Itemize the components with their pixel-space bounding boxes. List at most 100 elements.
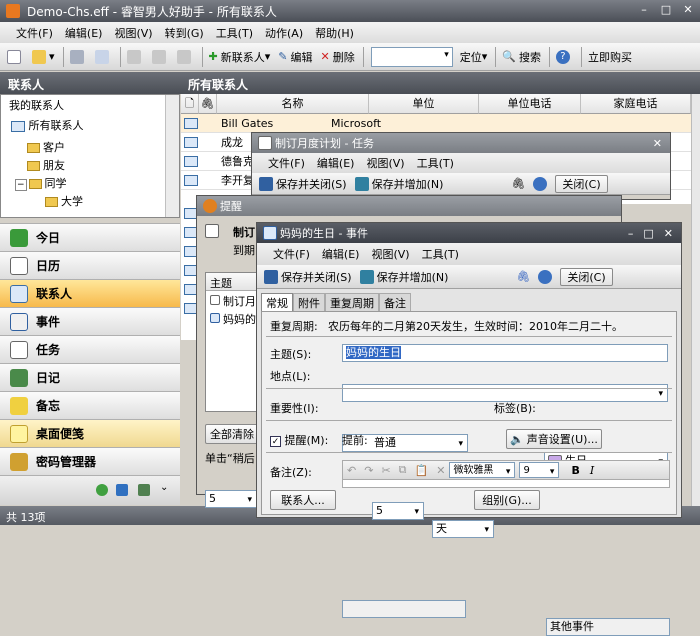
maximize-icon[interactable]: □	[643, 227, 653, 240]
event-save-add-button[interactable]: 保存并增加(N)	[357, 266, 452, 288]
menu-goto[interactable]: 转到(G)	[159, 25, 210, 41]
nav-today[interactable]: 今日	[0, 223, 180, 251]
subject-input[interactable]: 妈妈的生日	[342, 344, 668, 362]
tab-recurrence[interactable]: 重复周期	[325, 293, 379, 311]
task-close-icon[interactable]: ✕	[653, 137, 662, 150]
group-button[interactable]: 组别(G)...	[474, 490, 540, 510]
event-menu-view[interactable]: 视图(V)	[365, 246, 415, 262]
tree-folder-classmates[interactable]: − 同学	[15, 175, 67, 193]
event-menu-file[interactable]: 文件(F)	[267, 246, 316, 262]
event-close-button[interactable]: 关闭(C)	[560, 267, 613, 286]
copy-icon[interactable]: ⧉	[395, 463, 411, 477]
nav-memo[interactable]: 备忘	[0, 391, 180, 419]
tree-folder-university[interactable]: 大学	[45, 193, 83, 211]
clear-format-icon[interactable]: ✕	[432, 464, 449, 477]
tab-attachments[interactable]: 附件	[293, 293, 325, 311]
event-attach-button[interactable]: 🖇	[513, 266, 533, 288]
open-button[interactable]: ▾	[29, 46, 58, 68]
undo-icon[interactable]: ↶	[343, 464, 360, 477]
new-contact-button[interactable]: ✚ 新联系人 ▾	[206, 46, 274, 68]
menu-action[interactable]: 动作(A)	[259, 25, 309, 41]
font-size-select[interactable]: 9	[519, 462, 560, 480]
nav-calendar[interactable]: 日历	[0, 251, 180, 279]
tree-scrollbar[interactable]	[165, 95, 179, 217]
nav-diary[interactable]: 日记	[0, 363, 180, 391]
search-icon[interactable]	[116, 484, 128, 496]
nav-password-manager[interactable]: 密码管理器	[0, 447, 180, 475]
minimize-button[interactable]: –	[636, 3, 652, 17]
tree-folder-customers[interactable]: 客户	[27, 139, 65, 157]
menu-help[interactable]: 帮助(H)	[309, 25, 360, 41]
task-menu-edit[interactable]: 编辑(E)	[311, 155, 361, 171]
clear-all-button[interactable]: 全部清除	[205, 424, 259, 444]
buy-button[interactable]: 立即购买	[585, 46, 635, 68]
task-close-button[interactable]: 关闭(C)	[555, 174, 608, 193]
col-type-icon[interactable]: 🗋	[181, 94, 199, 114]
paste-button[interactable]	[174, 46, 197, 68]
menu-tools[interactable]: 工具(T)	[210, 25, 259, 41]
col-org[interactable]: 单位	[369, 94, 479, 114]
group-field[interactable]: 其他事件	[546, 618, 670, 636]
col-work-phone[interactable]: 单位电话	[479, 94, 581, 114]
nav-contacts[interactable]: 联系人	[0, 279, 180, 307]
event-menu-edit[interactable]: 编辑(E)	[316, 246, 366, 262]
ahead-select[interactable]: 5	[372, 502, 424, 520]
cut-button[interactable]	[124, 46, 147, 68]
print-button[interactable]	[67, 46, 90, 68]
paste-icon[interactable]: 📋	[411, 464, 433, 477]
tree-my-contacts[interactable]: 我的联系人	[9, 97, 64, 115]
col-home-phone[interactable]: 家庭电话	[581, 94, 691, 114]
tools-icon[interactable]	[138, 484, 150, 496]
bold-button[interactable]: B	[565, 464, 585, 477]
globe-icon[interactable]	[96, 484, 108, 496]
unit-select[interactable]: 天	[432, 520, 494, 538]
redo-icon[interactable]: ↷	[360, 464, 377, 477]
event-menu-tools[interactable]: 工具(T)	[416, 246, 465, 262]
reminder-checkbox[interactable]: ✓ 提醒(M):	[270, 432, 328, 448]
chevron-down-icon[interactable]: ⌄	[160, 482, 168, 493]
col-name[interactable]: 名称	[217, 94, 369, 114]
close-button[interactable]: ✕	[680, 3, 696, 17]
help-button[interactable]: ?	[553, 46, 576, 68]
task-help-button[interactable]	[530, 173, 553, 195]
font-family-select[interactable]: 微软雅黑	[449, 462, 516, 480]
nav-desktop-notes[interactable]: 桌面便笺	[0, 419, 180, 447]
task-save-close-button[interactable]: 保存并关闭(S)	[256, 173, 350, 195]
col-attachment-icon[interactable]: 🖇	[199, 94, 217, 114]
preview-button[interactable]	[92, 46, 115, 68]
task-save-add-button[interactable]: 保存并增加(N)	[352, 173, 447, 195]
delete-button[interactable]: ✕ 删除	[318, 46, 358, 68]
task-menu-file[interactable]: 文件(F)	[262, 155, 311, 171]
contacts-button[interactable]: 联系人...	[270, 490, 336, 510]
list-item[interactable]: 制订月	[206, 291, 256, 311]
event-help-button[interactable]	[535, 266, 558, 288]
task-attach-button[interactable]: 🖇	[508, 173, 528, 195]
minimize-icon[interactable]: –	[628, 227, 634, 240]
nav-events[interactable]: 事件	[0, 307, 180, 335]
reminder-list-header[interactable]: 主题	[206, 273, 256, 291]
locate-combo[interactable]	[370, 46, 453, 67]
sound-settings-button[interactable]: 🔈 声音设置(U)...	[506, 429, 602, 449]
task-menu-view[interactable]: 视图(V)	[360, 155, 410, 171]
nav-tasks[interactable]: 任务	[0, 335, 180, 363]
grid-scrollbar[interactable]	[691, 94, 700, 506]
menu-edit[interactable]: 编辑(E)	[59, 25, 109, 41]
cut-icon[interactable]: ✂	[377, 464, 394, 477]
menu-file[interactable]: 文件(F)	[10, 25, 59, 41]
list-item[interactable]: 妈妈的	[206, 311, 256, 327]
tree-folder-friends[interactable]: 朋友	[27, 157, 65, 175]
tab-notes[interactable]: 备注	[379, 293, 411, 311]
copy-button[interactable]	[149, 46, 172, 68]
tree-all-contacts[interactable]: 所有联系人	[11, 117, 84, 135]
new-doc-button[interactable]	[4, 46, 27, 68]
italic-button[interactable]: I	[586, 464, 598, 477]
search-button[interactable]: 🔍 搜索	[499, 46, 544, 68]
snooze-select[interactable]: 5	[205, 490, 257, 508]
notes-textarea[interactable]	[342, 480, 670, 488]
table-row[interactable]: Bill Gates Microsoft	[181, 114, 691, 133]
task-menu-tools[interactable]: 工具(T)	[411, 155, 460, 171]
event-save-close-button[interactable]: 保存并关闭(S)	[261, 266, 355, 288]
tab-general[interactable]: 常规	[261, 293, 293, 311]
menu-view[interactable]: 视图(V)	[108, 25, 158, 41]
locate-button[interactable]: 定位 ▾	[457, 46, 491, 68]
